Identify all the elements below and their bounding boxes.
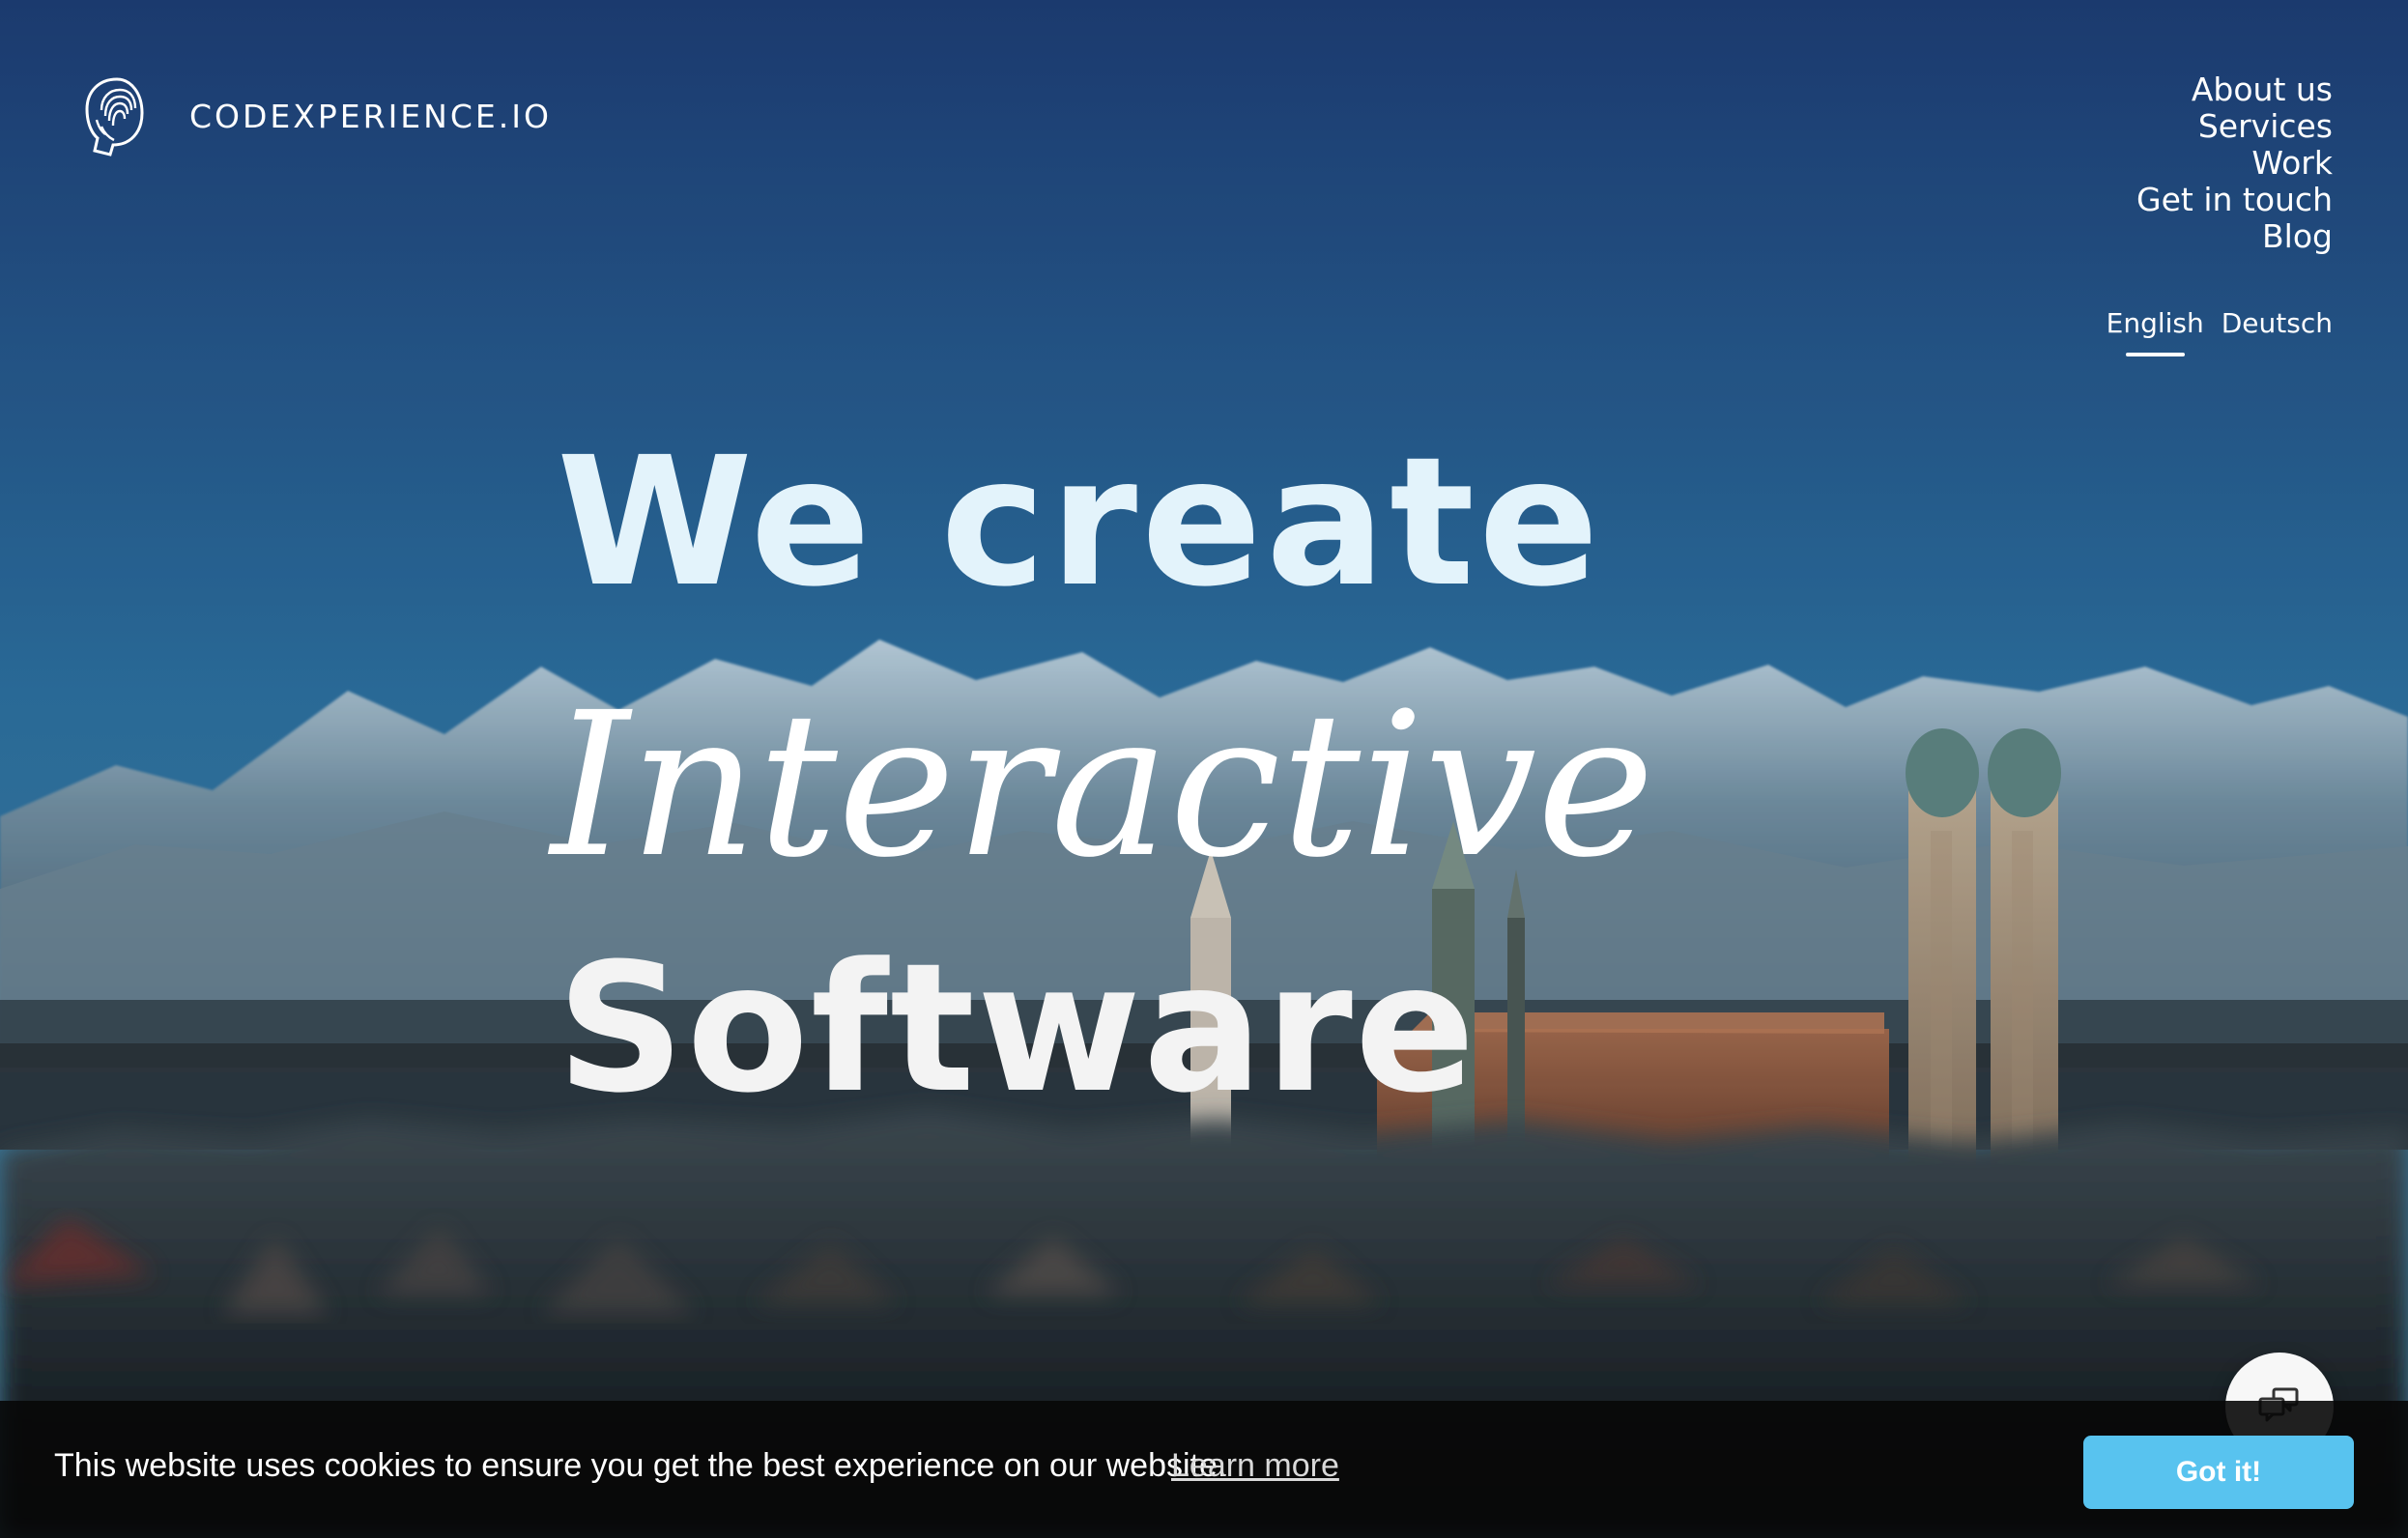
language-switcher: English Deutsch: [2107, 307, 2333, 356]
cookie-message: This website uses cookies to ensure you …: [54, 1447, 1227, 1484]
brand-name: CODEXPERIENCE.IO: [189, 97, 552, 135]
fingerprint-head-icon: [75, 73, 155, 158]
nav-work[interactable]: Work: [2136, 145, 2333, 182]
main-navigation: About us Services Work Get in touch Blog: [2136, 71, 2333, 255]
nav-get-in-touch[interactable]: Get in touch: [2136, 182, 2333, 218]
brand-logo[interactable]: CODEXPERIENCE.IO: [75, 73, 552, 158]
accept-cookies-button[interactable]: Got it!: [2083, 1436, 2354, 1509]
cookie-consent-banner: This website uses cookies to ensure you …: [0, 1401, 2408, 1538]
hero-line-interactive: Interactive: [551, 669, 1655, 902]
language-deutsch[interactable]: Deutsch: [2222, 307, 2333, 351]
hero-line-we-create: We create: [557, 419, 1603, 627]
nav-services[interactable]: Services: [2136, 108, 2333, 145]
nav-about-us[interactable]: About us: [2136, 71, 2333, 108]
learn-more-link[interactable]: Learn more: [1171, 1447, 1339, 1485]
hero-line-software: Software: [557, 926, 1477, 1133]
nav-blog[interactable]: Blog: [2136, 218, 2333, 255]
language-english[interactable]: English: [2107, 307, 2204, 356]
